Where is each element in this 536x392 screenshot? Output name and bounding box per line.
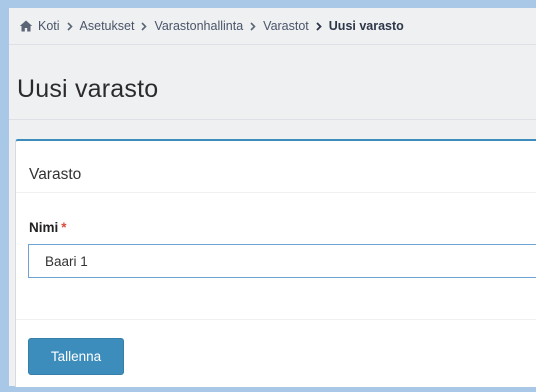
card-footer-divider <box>16 319 536 320</box>
breadcrumb-item-koti[interactable]: Koti <box>38 19 60 33</box>
name-label-text: Nimi <box>29 220 59 235</box>
chevron-right-icon <box>139 21 149 31</box>
card-header-divider <box>16 192 536 193</box>
chevron-right-icon <box>314 21 324 31</box>
required-marker: * <box>61 220 67 235</box>
name-input[interactable] <box>28 244 536 278</box>
breadcrumb: Koti Asetukset Varastonhallinta Varastot… <box>9 8 536 44</box>
breadcrumb-item-asetukset[interactable]: Asetukset <box>80 19 135 33</box>
page: Koti Asetukset Varastonhallinta Varastot… <box>9 8 536 387</box>
card-title: Varasto <box>29 166 82 183</box>
breadcrumb-current: Uusi varasto <box>328 19 404 33</box>
title-divider <box>9 119 536 120</box>
breadcrumb-item-varastot[interactable]: Varastot <box>263 19 309 33</box>
name-field-label: Nimi * <box>29 220 67 235</box>
page-title: Uusi varasto <box>17 75 159 103</box>
save-button[interactable]: Tallenna <box>28 338 124 375</box>
breadcrumb-item-varastonhallinta[interactable]: Varastonhallinta <box>154 19 243 33</box>
chevron-right-icon <box>65 21 75 31</box>
warehouse-form-card: Varasto Nimi* Tallenna <box>15 139 536 387</box>
home-icon[interactable] <box>19 19 33 33</box>
chevron-right-icon <box>248 21 258 31</box>
breadcrumb-divider <box>9 44 536 45</box>
